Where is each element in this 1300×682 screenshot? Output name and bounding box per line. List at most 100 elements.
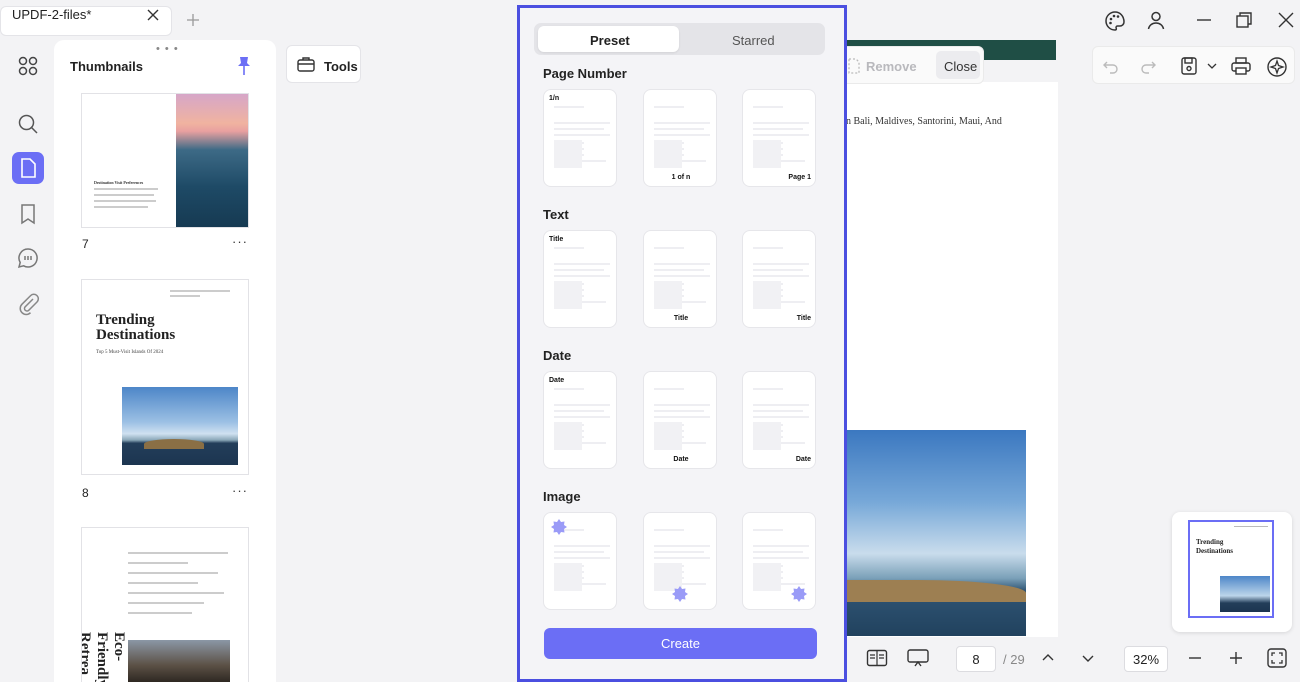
search-icon[interactable] (16, 112, 40, 136)
page-thumbnail-8[interactable]: Trending Destinations Top 5 Must-Visit I… (82, 280, 248, 474)
ai-assistant-icon[interactable] (1266, 56, 1287, 77)
minimap-viewport: Trending Destinations (1188, 520, 1274, 618)
minimap-heading-line1: Trending (1196, 538, 1224, 546)
skeleton-line (554, 275, 610, 277)
window-close-icon[interactable] (1276, 10, 1296, 30)
preset-card[interactable] (543, 512, 617, 610)
palette-icon[interactable] (1104, 10, 1125, 31)
skeleton-line (753, 128, 803, 130)
create-button[interactable]: Create (544, 628, 817, 659)
skeleton-line (753, 275, 809, 277)
preset-card[interactable]: Title (742, 230, 816, 328)
preset-card[interactable]: Date (543, 371, 617, 469)
page-heading-line2: Destinations (96, 327, 176, 343)
remove-icon (846, 57, 862, 75)
more-icon[interactable]: ··· (232, 483, 248, 498)
skeleton-line (554, 410, 604, 412)
island-hill (846, 580, 1026, 602)
text-line (1234, 526, 1268, 527)
undo-icon[interactable] (1101, 56, 1121, 76)
redo-icon[interactable] (1138, 56, 1158, 76)
presentation-icon[interactable] (906, 648, 930, 668)
skeleton-line (654, 545, 710, 547)
skeleton-line (753, 106, 783, 108)
zoom-in-icon[interactable] (1228, 650, 1244, 666)
island-shape (144, 439, 204, 449)
skeleton-line (580, 583, 606, 585)
skeleton-line (680, 160, 706, 162)
page-thumbnail-7[interactable]: Destination Visit Preferences (82, 94, 248, 227)
text-line (94, 200, 156, 202)
preset-label: Date (673, 456, 689, 463)
account-icon[interactable] (1146, 10, 1166, 30)
skeleton-block (654, 140, 682, 168)
skeleton-line (580, 301, 606, 303)
tab-starred[interactable]: Starred (732, 33, 775, 48)
preset-card[interactable] (643, 512, 717, 610)
reading-mode-icon[interactable] (866, 649, 888, 667)
chevron-down-icon[interactable] (1206, 56, 1218, 76)
preset-label: Page 1 (788, 174, 811, 181)
text-line (94, 206, 148, 208)
skeleton-line (654, 416, 710, 418)
attachment-icon[interactable] (16, 292, 40, 316)
skeleton-line (753, 263, 809, 265)
skeleton-line (654, 247, 684, 249)
skeleton-line (753, 269, 803, 271)
badge-icon (672, 586, 688, 602)
minimize-icon[interactable] (1194, 10, 1214, 30)
skeleton-line (554, 128, 604, 130)
page-number: 7 (82, 237, 89, 251)
preset-card[interactable]: 1/n (543, 89, 617, 187)
sea-sunset-image (176, 94, 248, 227)
preset-card[interactable]: 1 of n (643, 89, 717, 187)
skeleton-line (654, 410, 704, 412)
preset-card[interactable] (742, 512, 816, 610)
skeleton-line (753, 416, 809, 418)
skeleton-line (680, 442, 706, 444)
page-number-input[interactable]: 8 (956, 646, 996, 672)
drag-handle[interactable]: • • • (156, 43, 179, 55)
skeleton-line (654, 529, 684, 531)
preset-label: Title (549, 236, 564, 243)
close-icon[interactable] (146, 8, 160, 22)
section-title: Page Number (543, 66, 627, 81)
page-thumbnail-9[interactable]: Eco-Friendly Retrea (82, 528, 248, 682)
remove-button[interactable]: Remove (866, 59, 917, 74)
skeleton-line (654, 404, 710, 406)
skeleton-line (654, 128, 704, 130)
minimap-image (1220, 576, 1270, 612)
tools-label: Tools (324, 59, 358, 74)
preset-card[interactable]: Title (643, 230, 717, 328)
preset-card[interactable]: Page 1 (742, 89, 816, 187)
next-page-icon[interactable] (1080, 650, 1096, 666)
preset-card[interactable]: Date (643, 371, 717, 469)
pin-icon[interactable] (236, 56, 252, 76)
comment-icon[interactable] (16, 246, 40, 270)
more-icon[interactable]: ··· (232, 234, 248, 249)
zoom-level[interactable]: 32% (1124, 646, 1168, 672)
print-icon[interactable] (1230, 56, 1251, 76)
skeleton-line (554, 545, 610, 547)
preset-card[interactable]: Title (543, 230, 617, 328)
preset-card[interactable]: Date (742, 371, 816, 469)
skeleton-line (554, 551, 604, 553)
badge-icon (791, 586, 807, 602)
add-tab-icon[interactable] (186, 13, 200, 27)
skeleton-line (654, 551, 704, 553)
page-heading: Destination Visit Preferences (94, 180, 144, 185)
zoom-out-icon[interactable] (1187, 650, 1203, 666)
restore-icon[interactable] (1234, 10, 1254, 30)
skeleton-line (753, 545, 809, 547)
page-minimap[interactable]: Trending Destinations (1172, 512, 1292, 632)
previous-page-icon[interactable] (1040, 650, 1056, 666)
document-text: n Bali, Maldives, Santorini, Maui, And (846, 116, 1002, 127)
skeleton-line (753, 122, 809, 124)
fit-page-icon[interactable] (1266, 647, 1288, 669)
skeleton-line (753, 247, 783, 249)
bookmark-icon[interactable] (16, 202, 40, 226)
save-icon[interactable] (1179, 56, 1199, 76)
grid-icon[interactable] (16, 54, 40, 78)
tab-title: UPDF-2-files* (12, 7, 92, 22)
preset-label: 1/n (549, 95, 560, 102)
